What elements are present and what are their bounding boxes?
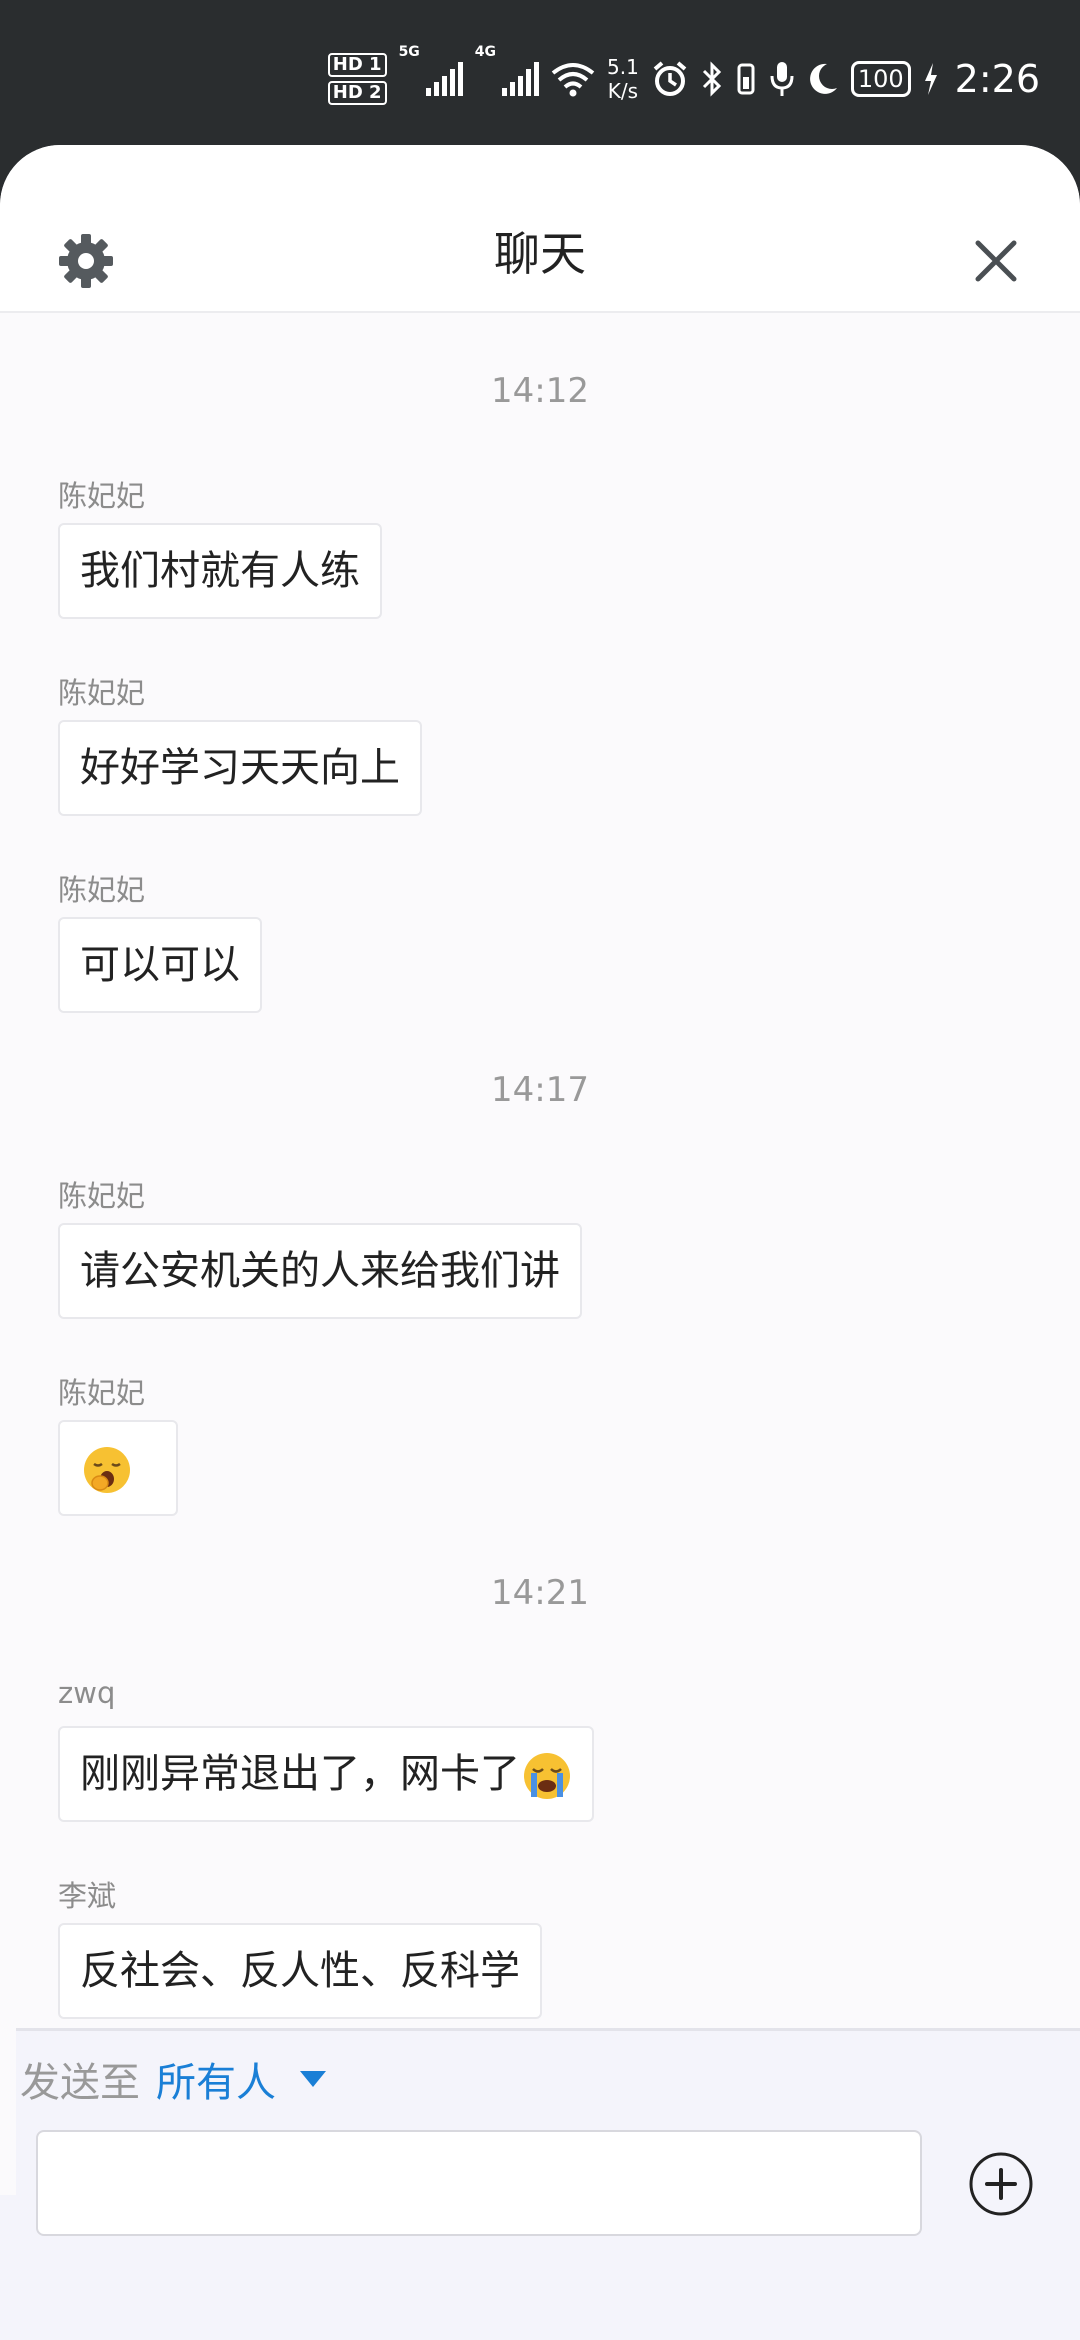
message-sender: 陈妃妃 (58, 1179, 146, 1213)
time-separator: 14:21 (491, 1573, 589, 1613)
network-5g-label: 5G (398, 44, 420, 60)
send-to-target[interactable]: 所有人 (156, 2050, 276, 2108)
sim1-label: HD 1 (327, 53, 387, 77)
vibrate-icon (737, 63, 755, 95)
message-bubble[interactable]: 请公安机关的人来给我们讲 (58, 1223, 582, 1319)
yawning-face-icon (84, 1447, 130, 1493)
time-separator: 14:12 (491, 371, 589, 411)
message-sender: zwq (58, 1676, 116, 1710)
page-title: 聊天 (494, 227, 586, 281)
dropdown-caret-icon[interactable] (300, 2071, 326, 2087)
message-text: 刚刚异常退出了，网卡了 (80, 1751, 520, 1797)
wifi-icon (551, 63, 595, 97)
message-sender: 陈妃妃 (58, 873, 146, 907)
chat-header: 聊天 (0, 145, 1080, 313)
close-icon[interactable] (966, 231, 1026, 291)
signal-icon (425, 62, 463, 96)
sim-indicators: HD 1 HD 2 (327, 53, 387, 105)
message-sender: 陈妃妃 (58, 1376, 146, 1410)
message-sender: 陈妃妃 (58, 479, 146, 513)
sim2-label: HD 2 (327, 81, 387, 105)
message-sender: 陈妃妃 (58, 676, 146, 710)
speed-unit: K/s (607, 79, 639, 103)
network-speed: 5.1 K/s (607, 55, 639, 103)
message-bubble[interactable] (58, 1420, 178, 1516)
crying-face-icon (524, 1753, 570, 1799)
message-bubble[interactable]: 可以可以 (58, 917, 262, 1013)
charging-icon (924, 63, 937, 95)
clock: 2:26 (954, 57, 1040, 101)
message-list[interactable]: 14:12 陈妃妃 我们村就有人练 陈妃妃 好好学习天天向上 陈妃妃 可以可以 … (0, 313, 1080, 2173)
chat-panel: 聊天 14:12 陈妃妃 我们村就有人练 陈妃妃 好好学习天天向上 陈妃妃 可以… (0, 145, 1080, 2340)
battery-indicator: 100 (850, 61, 911, 97)
message-bubble[interactable]: 好好学习天天向上 (58, 720, 422, 816)
signal-icon (502, 62, 540, 96)
plus-circle-icon[interactable] (968, 2151, 1034, 2217)
send-to-selector[interactable]: 发送至 所有人 (20, 2050, 326, 2108)
alarm-icon (653, 61, 687, 96)
message-bubble[interactable]: 反社会、反人性、反科学 (58, 1923, 542, 2019)
message-bubble[interactable]: 刚刚异常退出了，网卡了 (58, 1726, 594, 1822)
status-icons: HD 1 HD 2 5G 4G 5.1 K/s 100 2:26 (327, 44, 1040, 114)
moon-icon (809, 63, 837, 94)
send-to-label: 发送至 (20, 2060, 140, 2106)
message-input[interactable] (36, 2130, 922, 2236)
speed-value: 5.1 (607, 55, 639, 79)
network-4g-label: 4G (474, 44, 497, 60)
message-sender: 李斌 (58, 1879, 117, 1913)
microphone-icon (770, 62, 794, 96)
time-separator: 14:17 (491, 1070, 589, 1110)
message-bubble[interactable]: 我们村就有人练 (58, 523, 382, 619)
bluetooth-icon (702, 61, 721, 97)
status-bar: HD 1 HD 2 5G 4G 5.1 K/s 100 2:26 (0, 0, 1080, 145)
